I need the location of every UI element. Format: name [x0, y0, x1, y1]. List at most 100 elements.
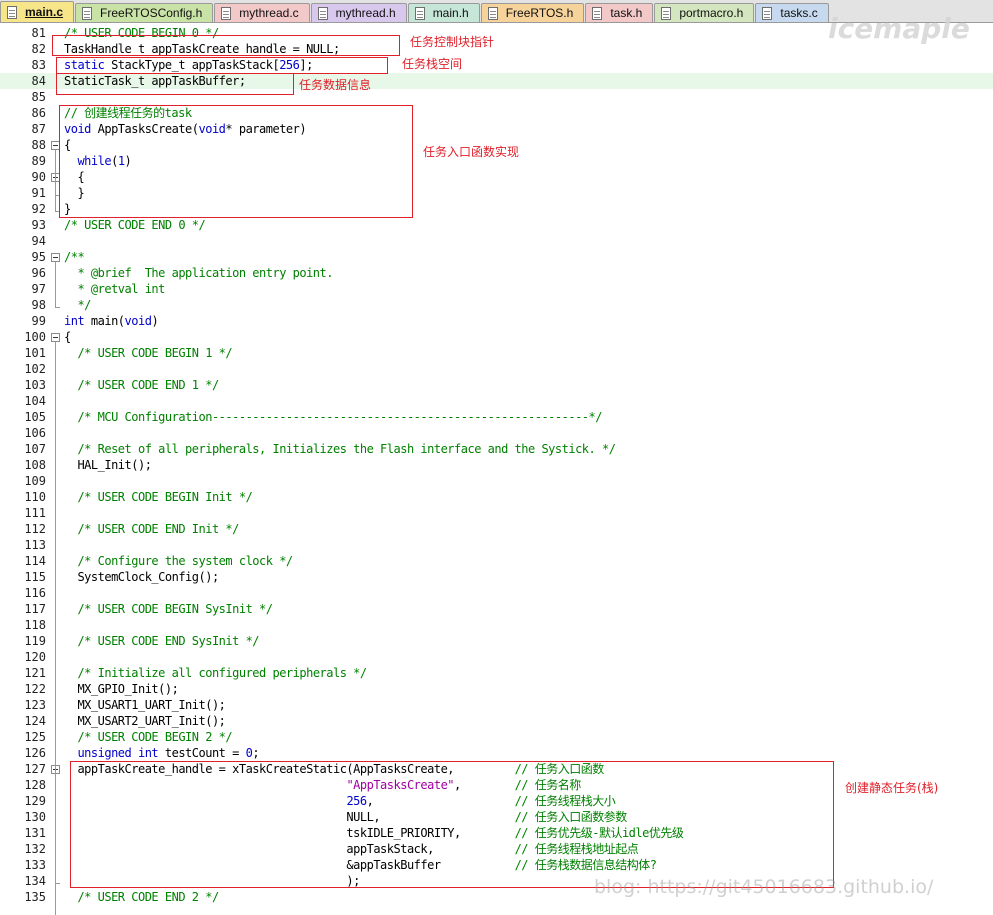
- fold-collapse-icon[interactable]: [51, 333, 60, 342]
- code-token: HAL_Init();: [64, 458, 152, 472]
- line-number: 135: [24, 890, 46, 904]
- code-token: tskIDLE_PRIORITY,: [64, 826, 515, 840]
- code-token: /* USER CODE END 2 */: [77, 890, 219, 904]
- code-line[interactable]: 104: [0, 393, 993, 409]
- fold-collapse-icon[interactable]: [51, 141, 60, 150]
- code-line[interactable]: 86 // 创建线程任务的task: [0, 105, 993, 121]
- tab-task-h[interactable]: task.h: [585, 3, 654, 22]
- tab-label: FreeRTOS.h: [505, 6, 574, 20]
- code-token: void: [64, 122, 91, 136]
- code-line[interactable]: 131 tskIDLE_PRIORITY, // 任务优先级-默认idle优先级: [0, 825, 993, 841]
- code-line[interactable]: 117 /* USER CODE BEGIN SysInit */: [0, 601, 993, 617]
- line-number: 105: [24, 410, 46, 424]
- code-token: * @brief The application entry point.: [64, 266, 333, 280]
- tab-portmacro-h[interactable]: portmacro.h: [654, 3, 755, 22]
- line-number: 110: [24, 490, 46, 504]
- code-line[interactable]: 130 NULL, // 任务入口函数参数: [0, 809, 993, 825]
- code-line[interactable]: 132 appTaskStack, // 任务线程栈地址起点: [0, 841, 993, 857]
- code-line[interactable]: 113: [0, 537, 993, 553]
- tab-main-c[interactable]: main.c: [0, 1, 75, 22]
- line-number: 103: [24, 378, 46, 392]
- code-text: {: [64, 169, 84, 185]
- code-line[interactable]: 97 * @retval int: [0, 281, 993, 297]
- code-line[interactable]: 96 * @brief The application entry point.: [0, 265, 993, 281]
- line-number: 122: [24, 682, 46, 696]
- code-line[interactable]: 126 unsigned int testCount = 0;: [0, 745, 993, 761]
- code-line[interactable]: 108 HAL_Init();: [0, 457, 993, 473]
- code-line[interactable]: 85: [0, 89, 993, 105]
- line-number: 104: [24, 394, 46, 408]
- code-token: &appTaskBuffer: [64, 858, 515, 872]
- tab-freertos-h[interactable]: FreeRTOS.h: [480, 3, 585, 22]
- code-line[interactable]: 105 /* MCU Configuration----------------…: [0, 409, 993, 425]
- code-line[interactable]: 84 StaticTask_t appTaskBuffer;: [0, 73, 993, 89]
- code-line[interactable]: 102: [0, 361, 993, 377]
- code-line[interactable]: 124 MX_USART2_UART_Init();: [0, 713, 993, 729]
- line-number: 124: [24, 714, 46, 728]
- code-token: }: [64, 186, 85, 200]
- tab-mythread-h[interactable]: mythread.h: [310, 3, 407, 22]
- file-icon: [487, 6, 498, 20]
- tab-tasks-c[interactable]: tasks.c: [755, 3, 829, 22]
- fold-collapse-icon[interactable]: [51, 253, 60, 262]
- line-number: 127: [24, 762, 46, 776]
- code-token: // 任务栈数据信息结构体?: [514, 858, 657, 872]
- code-token: /* USER CODE BEGIN SysInit */: [77, 602, 273, 616]
- code-line[interactable]: 103 /* USER CODE END 1 */: [0, 377, 993, 393]
- code-line[interactable]: 110 /* USER CODE BEGIN Init */: [0, 489, 993, 505]
- code-line[interactable]: 100 {: [0, 329, 993, 345]
- code-line[interactable]: 95 /**: [0, 249, 993, 265]
- code-line[interactable]: 87 void AppTasksCreate(void* parameter): [0, 121, 993, 137]
- code-line[interactable]: 127 appTaskCreate_handle = xTaskCreateSt…: [0, 761, 993, 777]
- code-line[interactable]: 83 static StackType_t appTaskStack[256];: [0, 57, 993, 73]
- code-token: AppTasksCreate(: [90, 122, 199, 136]
- line-number: 128: [24, 778, 46, 792]
- code-line[interactable]: 90 {: [0, 169, 993, 185]
- code-line[interactable]: 119 /* USER CODE END SysInit */: [0, 633, 993, 649]
- code-line[interactable]: 125 /* USER CODE BEGIN 2 */: [0, 729, 993, 745]
- code-token: ,: [454, 778, 515, 792]
- code-line[interactable]: 115 SystemClock_Config();: [0, 569, 993, 585]
- code-line[interactable]: 122 MX_GPIO_Init();: [0, 681, 993, 697]
- line-number: 118: [24, 618, 46, 632]
- code-line[interactable]: 114 /* Configure the system clock */: [0, 553, 993, 569]
- code-line[interactable]: 94: [0, 233, 993, 249]
- code-text: }: [64, 185, 84, 201]
- line-number: 107: [24, 442, 46, 456]
- code-line[interactable]: 106: [0, 425, 993, 441]
- code-text: );: [64, 873, 360, 889]
- line-number: 123: [24, 698, 46, 712]
- code-line[interactable]: 116: [0, 585, 993, 601]
- tab-main-h[interactable]: main.h: [407, 3, 480, 22]
- code-token: appTaskCreate_handle = xTaskCreateStatic…: [64, 762, 515, 776]
- code-line[interactable]: 112 /* USER CODE END Init */: [0, 521, 993, 537]
- code-line[interactable]: 123 MX_USART1_UART_Init();: [0, 697, 993, 713]
- tab-freertosconfig-h[interactable]: FreeRTOSConfig.h: [75, 3, 214, 22]
- code-line[interactable]: 93 /* USER CODE END 0 */: [0, 217, 993, 233]
- code-token: /* Reset of all peripherals, Initializes…: [77, 442, 616, 456]
- fold-end-marker: [55, 211, 60, 212]
- code-line[interactable]: 109: [0, 473, 993, 489]
- code-token: {: [64, 138, 71, 152]
- code-line[interactable]: 91 }: [0, 185, 993, 201]
- code-line[interactable]: 98 */: [0, 297, 993, 313]
- code-text: /* USER CODE END SysInit */: [64, 633, 259, 649]
- code-text: unsigned int testCount = 0;: [64, 745, 259, 761]
- tab-label: mythread.c: [239, 6, 299, 20]
- code-line[interactable]: 101 /* USER CODE BEGIN 1 */: [0, 345, 993, 361]
- code-line[interactable]: 120: [0, 649, 993, 665]
- code-line[interactable]: 111: [0, 505, 993, 521]
- code-line[interactable]: 118: [0, 617, 993, 633]
- code-line[interactable]: 133 &appTaskBuffer // 任务栈数据信息结构体?: [0, 857, 993, 873]
- code-line[interactable]: 92}: [0, 201, 993, 217]
- line-number: 106: [24, 426, 46, 440]
- code-line[interactable]: 107 /* Reset of all peripherals, Initial…: [0, 441, 993, 457]
- line-number: 119: [24, 634, 46, 648]
- code-line[interactable]: 121 /* Initialize all configured periphe…: [0, 665, 993, 681]
- tab-mythread-c[interactable]: mythread.c: [214, 3, 310, 22]
- code-line[interactable]: 99 int main(void): [0, 313, 993, 329]
- code-token: NULL,: [64, 810, 515, 824]
